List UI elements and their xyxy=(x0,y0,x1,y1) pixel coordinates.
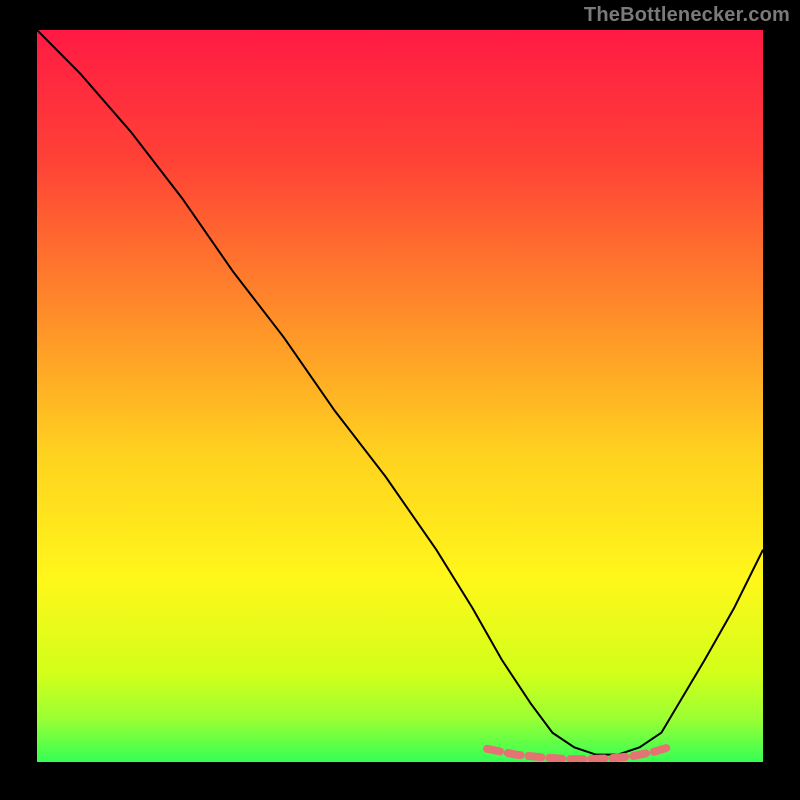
chart-stage: TheBottlenecker.com xyxy=(0,0,800,800)
gradient-background xyxy=(37,30,763,762)
bottleneck-plot xyxy=(37,30,763,762)
attribution-text: TheBottlenecker.com xyxy=(584,4,790,27)
